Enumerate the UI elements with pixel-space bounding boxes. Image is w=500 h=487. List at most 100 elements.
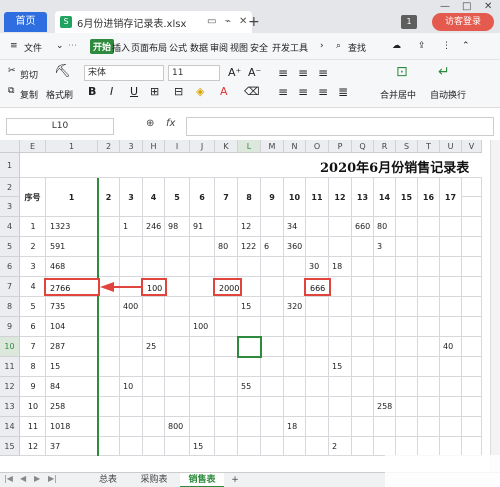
value-cell[interactable]: 55 <box>241 377 251 397</box>
sheet-grid[interactable]: E 1 2 3 H I J K L M N O P Q R S T U V 1 2 3 4 5 6 7 8 9 10 11 12 13 14 15… <box>0 140 490 472</box>
grid-cell[interactable] <box>143 317 165 337</box>
align-top-icon[interactable]: ≡ <box>278 66 288 80</box>
grid-cell[interactable] <box>215 257 238 277</box>
grid-cell[interactable] <box>462 417 482 437</box>
value-cell[interactable]: 91 <box>193 217 203 237</box>
grid-cell[interactable] <box>352 317 374 337</box>
grid-cell[interactable] <box>215 357 238 377</box>
grid-cell[interactable] <box>440 237 462 257</box>
value-cell[interactable]: 15 <box>241 297 251 317</box>
grid-cell[interactable] <box>98 437 120 456</box>
grid-cell[interactable] <box>284 397 306 417</box>
hamburger-icon[interactable]: ≡ <box>10 41 18 51</box>
qty-cell[interactable]: 1018 <box>50 417 70 437</box>
maximize-icon[interactable]: □ <box>462 1 471 12</box>
sheet-tab-purchase[interactable]: 采购表 <box>132 473 176 487</box>
value-cell[interactable]: 258 <box>377 397 392 417</box>
grid-cell[interactable] <box>329 297 352 317</box>
grid-cell[interactable] <box>120 357 143 377</box>
grid-cell[interactable] <box>440 277 462 297</box>
window-count-badge[interactable]: 1 <box>401 15 417 29</box>
grid-cell[interactable] <box>396 297 418 317</box>
first-sheet-icon[interactable]: |◀ <box>4 474 13 483</box>
grid-cell[interactable] <box>215 337 238 357</box>
close-window-icon[interactable]: ✕ <box>484 1 492 12</box>
grid-cell[interactable] <box>440 417 462 437</box>
border-icon[interactable]: ⊞ <box>150 85 159 98</box>
column-header-3[interactable]: 3 <box>120 140 143 153</box>
toolbar-icons[interactable]: ⋯ <box>68 41 77 51</box>
grid-cell[interactable] <box>440 297 462 317</box>
grid-cell[interactable] <box>98 237 120 257</box>
value-cell[interactable]: 320 <box>287 297 302 317</box>
grid-cell[interactable] <box>165 257 190 277</box>
font-size-select[interactable]: 11 <box>168 65 220 81</box>
align-center-icon[interactable]: ≡ <box>298 85 308 99</box>
column-header-N[interactable]: N <box>284 140 306 153</box>
chevron-down-icon[interactable]: ⌄ <box>56 41 64 51</box>
grid-cell[interactable] <box>143 437 165 456</box>
grid-cell[interactable] <box>396 437 418 456</box>
value-cell[interactable]: 30 <box>309 257 319 277</box>
grid-cell[interactable] <box>374 277 396 297</box>
menu-developer[interactable]: 开发工具 <box>272 41 308 54</box>
font-select[interactable]: 宋体 <box>84 65 164 81</box>
grid-cell[interactable] <box>352 437 374 456</box>
grid-cell[interactable] <box>120 237 143 257</box>
grid-cell[interactable] <box>374 377 396 397</box>
grid-cell[interactable] <box>462 317 482 337</box>
grid-cell[interactable] <box>440 437 462 456</box>
value-cell[interactable]: 122 <box>241 237 256 257</box>
grid-cell[interactable] <box>418 417 440 437</box>
share-icon[interactable]: ⇪ <box>418 41 426 51</box>
grid-cell[interactable] <box>98 357 120 377</box>
seq-cell[interactable]: 6 <box>20 317 46 337</box>
grid-cell[interactable] <box>190 277 215 297</box>
grid-cell[interactable] <box>261 397 284 417</box>
row-header-8[interactable]: 8 <box>0 297 20 317</box>
format-painter-button[interactable]: 格式刷 <box>46 88 73 101</box>
grid-cell[interactable] <box>418 277 440 297</box>
grid-cell[interactable] <box>98 337 120 357</box>
grid-cell[interactable] <box>440 217 462 237</box>
menu-data[interactable]: 数据 <box>190 41 208 54</box>
grid-cell[interactable] <box>374 297 396 317</box>
grid-cell[interactable] <box>329 237 352 257</box>
value-cell[interactable]: 10 <box>123 377 133 397</box>
value-cell[interactable]: 34 <box>287 217 297 237</box>
qty-cell[interactable]: 258 <box>50 397 65 417</box>
grid-cell[interactable] <box>440 357 462 377</box>
grid-cell[interactable] <box>261 317 284 337</box>
grid-cell[interactable] <box>462 217 482 237</box>
grid-cell[interactable] <box>190 377 215 397</box>
grid-cell[interactable] <box>190 337 215 357</box>
format-painter-icon[interactable]: ⛏ <box>54 64 71 79</box>
last-sheet-icon[interactable]: ▶| <box>48 474 57 483</box>
grid-cell[interactable] <box>238 317 261 337</box>
grid-cell[interactable] <box>462 277 482 297</box>
grid-cell[interactable] <box>284 357 306 377</box>
grid-cell[interactable] <box>396 417 418 437</box>
column-header-I[interactable]: I <box>165 140 190 153</box>
grid-cell[interactable] <box>120 317 143 337</box>
grid-cell[interactable] <box>462 297 482 317</box>
grid-cell[interactable] <box>396 217 418 237</box>
value-cell[interactable]: 18 <box>332 257 342 277</box>
grid-cell[interactable] <box>418 337 440 357</box>
search-icon[interactable]: ⌕ <box>336 41 341 51</box>
grid-cell[interactable] <box>396 397 418 417</box>
increase-font-icon[interactable]: A⁺ <box>228 66 241 79</box>
grid-cell[interactable] <box>396 337 418 357</box>
grid-cell[interactable] <box>284 437 306 456</box>
column-header-1[interactable]: 1 <box>46 140 98 153</box>
value-cell[interactable]: 15 <box>193 437 203 456</box>
justify-icon[interactable]: ≣ <box>338 85 348 99</box>
add-sheet-button[interactable]: + <box>228 473 242 487</box>
grid-cell[interactable] <box>165 397 190 417</box>
value-cell[interactable]: 98 <box>168 217 178 237</box>
seq-cell[interactable]: 11 <box>20 417 46 437</box>
grid-cell[interactable] <box>165 437 190 456</box>
strikethrough-icon[interactable]: ⊟ <box>174 85 183 98</box>
grid-cell[interactable] <box>261 217 284 237</box>
grid-cell[interactable] <box>329 337 352 357</box>
